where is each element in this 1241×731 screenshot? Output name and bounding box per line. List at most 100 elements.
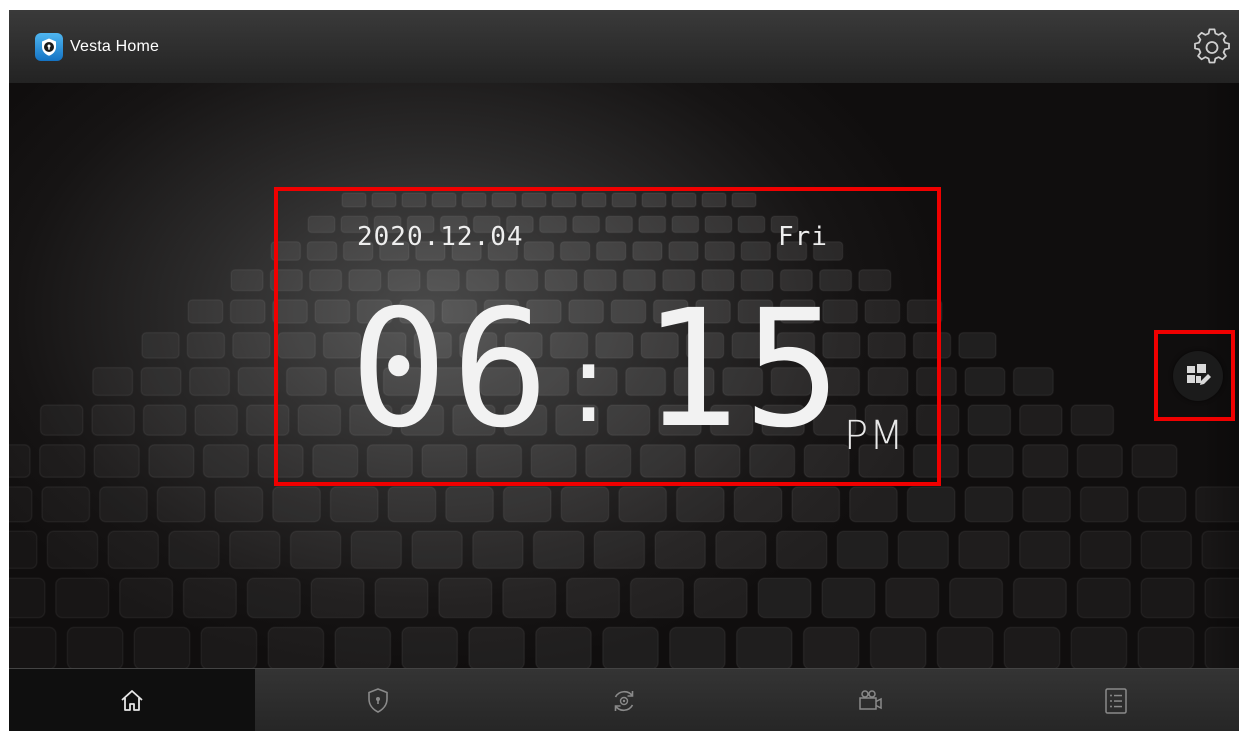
background-tile [735, 626, 793, 668]
background-tile [133, 626, 191, 668]
background-tile [1076, 443, 1124, 478]
background-tile [156, 486, 206, 523]
background-tile [232, 331, 271, 359]
background-tile [237, 366, 279, 397]
background-tile [272, 486, 322, 523]
background-tile [1070, 626, 1128, 668]
background-tile [502, 486, 552, 523]
background-tile [733, 486, 783, 523]
app-title: Vesta Home [70, 38, 160, 55]
background-tile [39, 404, 84, 436]
background-tile [958, 331, 997, 359]
shield-icon [368, 687, 388, 713]
background-tile [629, 577, 685, 619]
background-tile [41, 486, 91, 523]
app-frame: Vesta Home 2020.12.04 Fri 06 : 15 PM [9, 10, 1239, 731]
background-tile [374, 577, 429, 619]
background-tile [387, 486, 437, 523]
background-tile [107, 530, 160, 570]
background-tile [602, 626, 659, 668]
background-tile [715, 530, 767, 570]
automation-icon [614, 690, 634, 711]
home-main-area: 2020.12.04 Fri 06 : 15 PM [9, 83, 1239, 668]
background-tile [757, 577, 812, 619]
widget-edit-icon [1187, 364, 1211, 385]
nav-security[interactable] [255, 669, 501, 731]
background-tile [1018, 530, 1071, 570]
background-tile [668, 626, 726, 668]
background-tile [98, 486, 148, 523]
background-tile [1018, 404, 1063, 436]
background-tile [958, 530, 1010, 570]
shield-logo-icon [35, 33, 63, 61]
home-icon [121, 689, 143, 711]
settings-button[interactable] [1193, 28, 1231, 66]
background-tile [967, 443, 1014, 478]
background-tile [1131, 443, 1178, 478]
bottom-nav [9, 668, 1239, 731]
background-tile [775, 530, 828, 570]
background-tile [472, 530, 524, 570]
background-tile [675, 486, 725, 523]
background-tile [92, 366, 134, 397]
widget-edit-button[interactable] [1173, 351, 1223, 401]
background-tile [791, 486, 841, 523]
background-tile [214, 486, 264, 523]
background-tile [836, 530, 889, 570]
background-tile [9, 443, 31, 478]
background-tile [1140, 530, 1193, 570]
background-tile [91, 404, 136, 436]
background-tile [1137, 626, 1195, 668]
background-tile [194, 404, 239, 436]
background-tile [118, 577, 174, 619]
clock-ampm: PM [844, 413, 905, 459]
background-tile [1076, 577, 1131, 619]
background-tile [1070, 404, 1115, 436]
background-tile [334, 626, 392, 668]
background-tile [565, 577, 621, 619]
list-icon [1105, 687, 1127, 714]
background-tile [885, 577, 940, 619]
nav-list[interactable] [993, 669, 1239, 731]
background-tile [289, 530, 342, 570]
background-tile [46, 530, 99, 570]
background-tile [802, 626, 860, 668]
nav-home[interactable] [9, 669, 255, 731]
background-tile [350, 530, 403, 570]
gear-icon [1194, 28, 1230, 64]
background-tile [936, 626, 994, 668]
background-tile [202, 443, 250, 478]
background-tile [200, 626, 258, 668]
background-tile [1022, 486, 1072, 523]
background-tile [821, 577, 876, 619]
background-tile [186, 331, 226, 359]
background-tile [310, 577, 365, 619]
background-tile [848, 486, 898, 523]
background-tile [141, 331, 180, 359]
clock-separator: : [570, 319, 607, 437]
background-tile [140, 366, 182, 397]
background-tile [502, 577, 557, 619]
background-tile [267, 626, 325, 668]
nav-camera[interactable] [747, 669, 993, 731]
background-tile [411, 530, 463, 570]
clock-hour: 06 [350, 297, 553, 437]
background-tile [693, 577, 748, 619]
background-tile [66, 626, 124, 668]
background-tile [964, 366, 1006, 397]
background-tile [654, 530, 707, 570]
clock-widget[interactable]: 2020.12.04 Fri 06 : 15 PM [274, 187, 941, 486]
background-tile [618, 486, 668, 523]
brand: Vesta Home [35, 32, 159, 62]
nav-automation[interactable] [501, 669, 747, 731]
background-tile [401, 626, 459, 668]
clock-time: 06 : 15 [350, 297, 845, 437]
top-bar: Vesta Home [9, 10, 1239, 84]
background-tile [9, 626, 57, 668]
background-tile [246, 577, 301, 619]
clock-minute: 15 [642, 297, 845, 437]
background-tile [1079, 530, 1132, 570]
background-tile [560, 486, 610, 523]
background-tile [1137, 486, 1187, 523]
background-tile [1012, 366, 1054, 397]
